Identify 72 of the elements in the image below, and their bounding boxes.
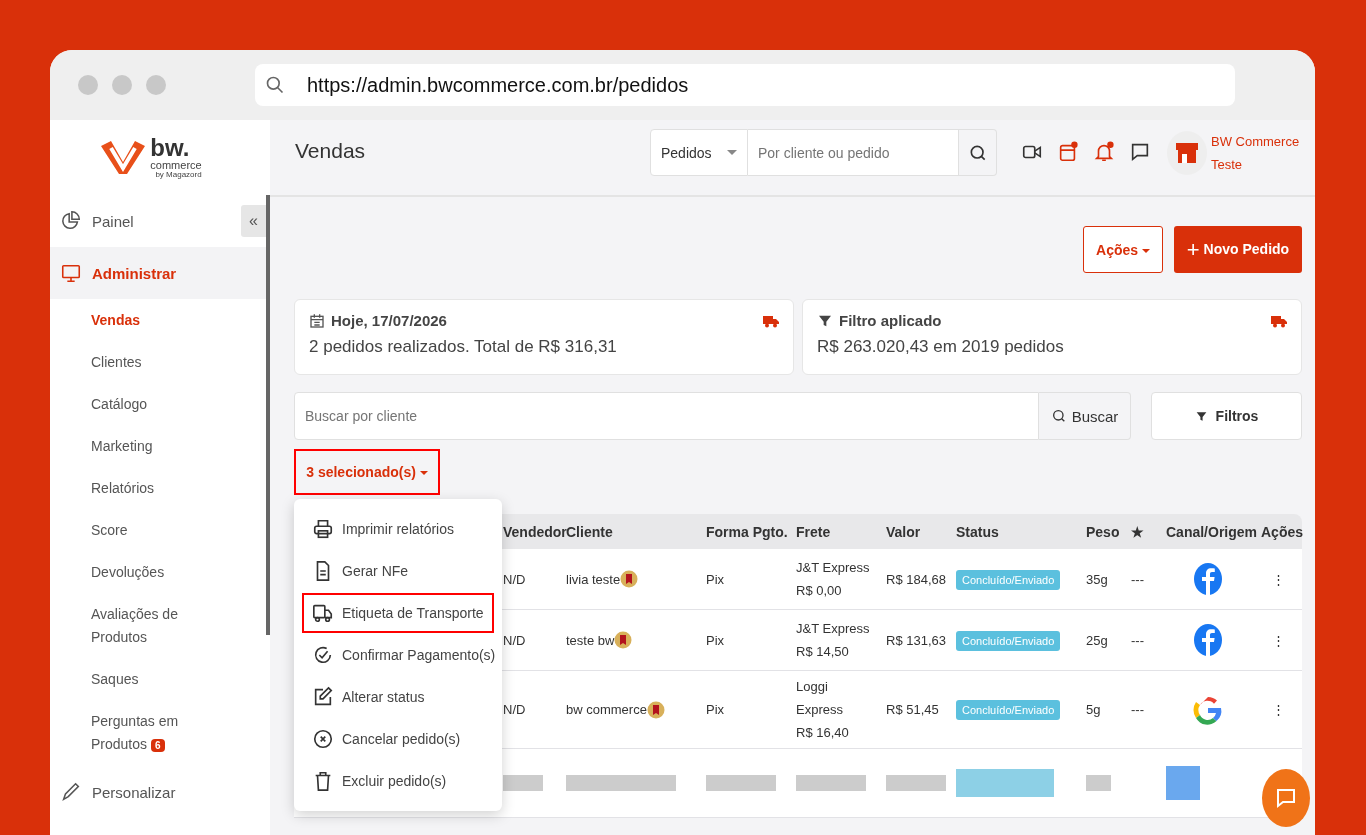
table-cell-text: 35g [1085,571,1109,587]
user-name[interactable]: BW Commerce Teste [1211,129,1311,176]
table-cell-text: --- [1130,632,1145,648]
card-title: Filtro aplicado [839,312,942,329]
search-button[interactable]: Buscar [1039,392,1131,440]
column-header[interactable]: Status [950,523,1080,540]
sidebar-subitem[interactable]: Vendas [50,299,201,341]
table-cell-text: --- [1130,571,1145,587]
more-options-button[interactable]: ⋮ [1255,632,1302,648]
page-title: Vendas [295,138,367,163]
address-bar[interactable]: https://admin.bwcommerce.com.br/pedidos [255,64,1235,106]
column-header[interactable]: Valor [880,523,950,540]
column-header[interactable]: Frete [790,523,880,540]
menu-item[interactable]: Excluir pedido(s) [302,761,494,801]
table-cell-text: Pix [705,702,726,717]
more-options-button[interactable]: ⋮ [1255,702,1302,717]
sidebar-subitem[interactable]: Perguntas em Produtos 6 [50,700,201,766]
table-cell: livia teste [566,571,621,587]
filters-button[interactable]: Filtros [1151,392,1302,440]
table-cell-text: R$ 51,45 [885,702,940,717]
sidebar-subitem[interactable]: Score [50,509,201,551]
table-cell-text: R$ 184,68 [885,571,947,587]
table-cell-text: Pix [705,571,726,587]
more-options-button[interactable]: ⋮ [1255,571,1302,587]
card-title: Hoje, 17/07/2026 [331,312,447,329]
client-search-field[interactable]: Buscar por cliente [294,392,1039,440]
table-cell: bw commerce [566,702,647,717]
menu-item[interactable]: Gerar NFe [302,551,494,591]
sidebar-subitem[interactable]: Saques [50,658,201,700]
search-field[interactable]: Por cliente ou pedido [748,129,959,176]
logo-text: by Magazord [155,171,202,179]
table-cell-text: J&T Express R$ 14,50 [795,620,871,661]
table-cell-text: 25g [1085,632,1109,648]
status-badge: Concluído/Enviado [956,630,1061,651]
logo-text: bw. [150,136,191,160]
menu-item[interactable]: Alterar status [302,677,494,717]
sidebar-subitem[interactable]: Avaliações de Produtos [50,593,201,658]
logo-text: commerce [150,160,202,171]
column-header[interactable]: ★ [1125,523,1160,540]
card-text: R$ 263.020,43 em 2019 pedidos [817,337,1065,357]
status-badge: Concluído/Enviado [956,569,1061,590]
sidebar-subitem[interactable]: Devoluções [50,551,201,593]
column-header[interactable]: Forma Pgto. [700,523,790,540]
table-cell-text: 5g [1085,702,1102,717]
table-cell-text: N/D [502,702,527,717]
sidebar-item[interactable]: Painel « [50,195,270,247]
status-badge: Concluído/Enviado [956,700,1061,720]
column-header[interactable]: Canal/Origem [1160,523,1255,540]
sidebar-subitem[interactable]: Relatórios [50,467,201,509]
selection-dropdown-button[interactable]: 3 selecionado(s) [294,449,440,495]
table-cell-text: R$ 131,63 [885,632,947,648]
sidebar-subitem[interactable]: Catálogo [50,383,201,425]
table-cell: teste bw [566,632,615,648]
table-cell-text: --- [1130,702,1145,717]
sidebar-item[interactable]: Personalizar [50,766,270,818]
table-cell-text: J&T Express R$ 0,00 [795,559,871,600]
table-cell-text: Pix [705,632,726,648]
table-cell-text: N/D [502,571,527,587]
menu-item[interactable]: Imprimir relatórios [302,509,494,549]
column-header[interactable]: Peso [1080,523,1125,540]
actions-dropdown-button[interactable]: Ações [1083,226,1163,273]
menu-item[interactable]: Etiqueta de Transporte [302,593,494,633]
sidebar-subitem[interactable]: Clientes [50,341,201,383]
column-header[interactable]: Ações [1255,523,1302,540]
sidebar-subitem[interactable]: Marketing [50,425,201,467]
menu-item[interactable]: Cancelar pedido(s) [302,719,494,759]
card-text: 2 pedidos realizados. Total de R$ 316,31 [309,337,618,357]
table-cell-text: Loggi Express R$ 16,40 [795,678,850,742]
table-cell-text: N/D [502,632,527,648]
menu-item[interactable]: Confirmar Pagamento(s) [302,635,494,675]
collapse-button[interactable]: « [241,205,266,237]
search-scope-dropdown[interactable]: Pedidos [650,129,748,176]
